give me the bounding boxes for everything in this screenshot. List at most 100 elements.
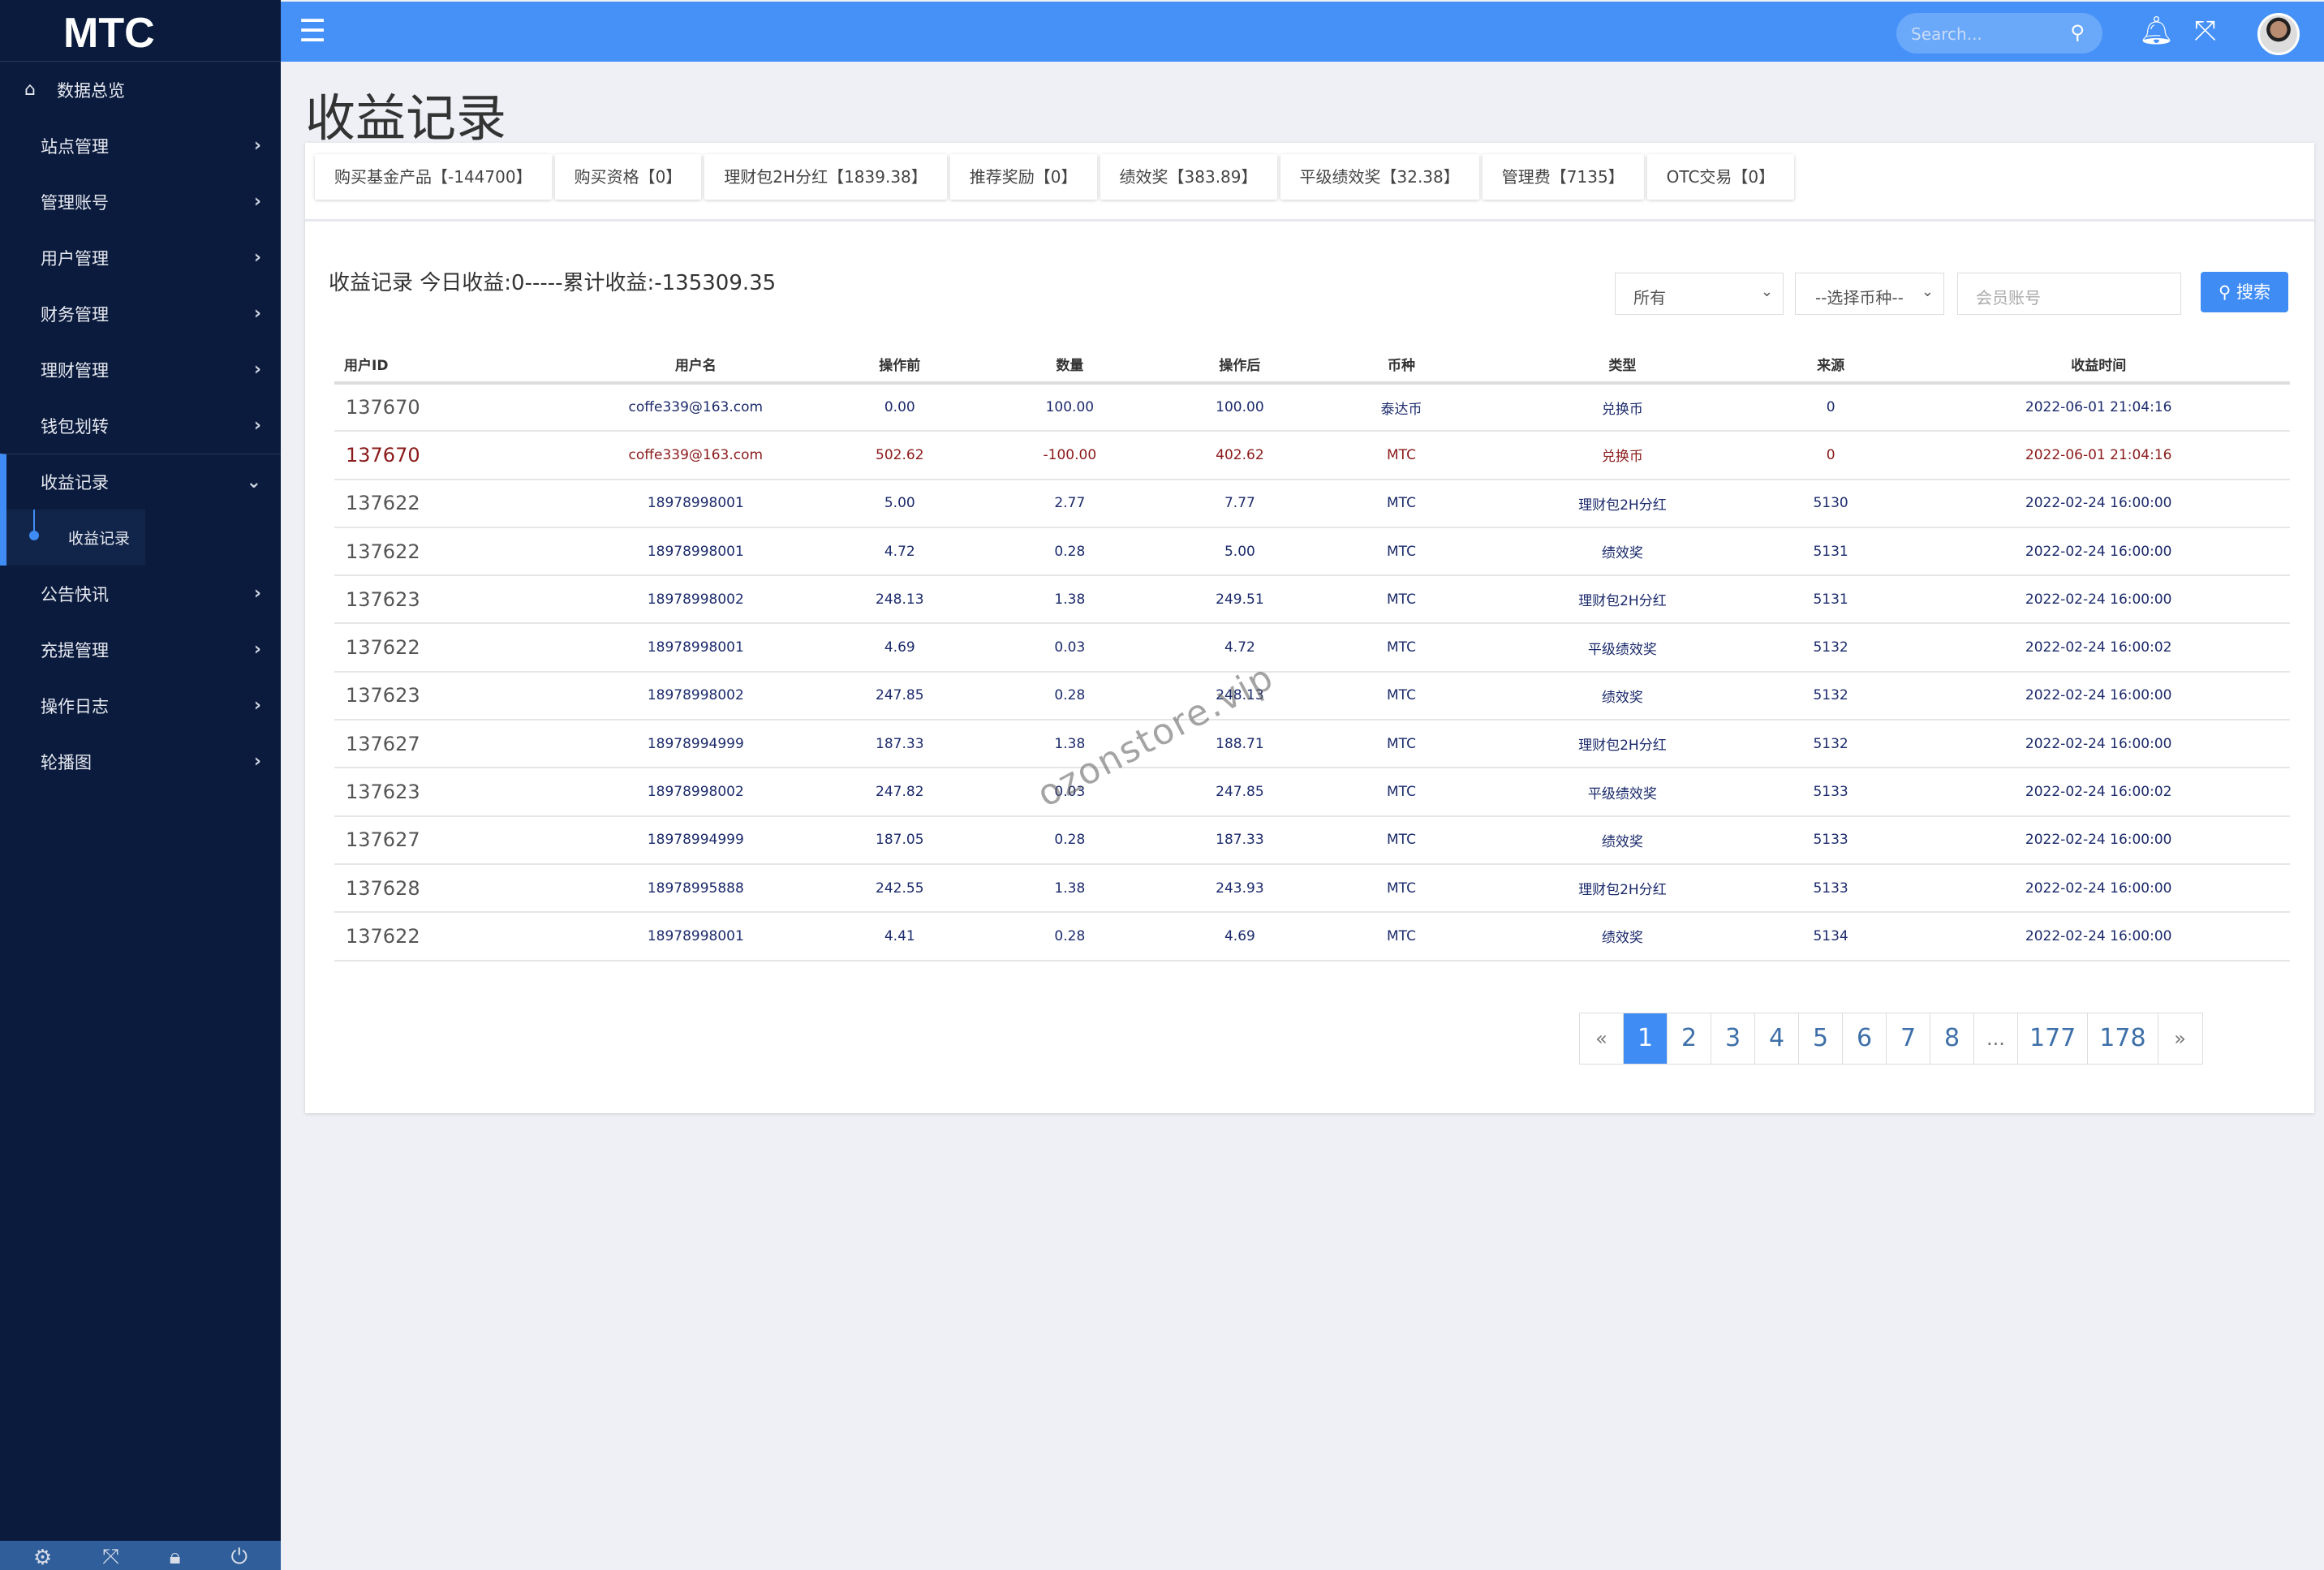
source-cell: 5130 bbox=[1754, 479, 1908, 528]
sidebar-item-dashboard[interactable]: ⌂ 数据总览 bbox=[0, 62, 281, 118]
fullscreen-icon[interactable]: ⤧ bbox=[2194, 15, 2216, 47]
sidebar-item-label: 钱包划转 bbox=[41, 416, 109, 437]
sidebar-item[interactable]: 理财管理 › bbox=[0, 342, 281, 398]
page-button[interactable]: 2 bbox=[1668, 1013, 1711, 1064]
pagination-ellipsis[interactable]: ... bbox=[1974, 1013, 2018, 1064]
balance-before-cell: 4.72 bbox=[827, 527, 972, 577]
category-tab[interactable]: 绩效奖【383.89】 bbox=[1100, 154, 1277, 200]
sidebar-item-label: 管理账号 bbox=[41, 192, 109, 213]
category-tab[interactable]: 购买资格【0】 bbox=[554, 154, 702, 200]
fullscreen-icon[interactable]: ⤧ bbox=[102, 1545, 119, 1570]
next-page-button[interactable]: » bbox=[2158, 1013, 2202, 1064]
user-id-cell: 137627 bbox=[334, 720, 564, 769]
sidebar-subitem-earnings[interactable]: 收益记录 bbox=[0, 510, 281, 566]
settings-icon[interactable]: ⚙ bbox=[33, 1546, 52, 1570]
balance-before-cell: 247.85 bbox=[827, 671, 972, 721]
table-row: 137670 coffe339@163.com 502.62 -100.00 402.6… bbox=[334, 431, 2290, 480]
page-button[interactable]: 1 bbox=[1624, 1013, 1668, 1064]
user-id-cell: 137628 bbox=[334, 863, 564, 914]
time-cell: 2022-02-24 16:00:02 bbox=[1907, 768, 2290, 817]
balance-before-cell: 187.05 bbox=[827, 815, 972, 865]
column-header: 类型 bbox=[1491, 346, 1754, 385]
page-button[interactable]: 4 bbox=[1755, 1013, 1799, 1064]
lock-icon[interactable]: 🔒︎ bbox=[170, 1545, 181, 1570]
category-tab[interactable]: 管理费【7135】 bbox=[1482, 154, 1644, 200]
search-button[interactable]: ⚲ 搜索 bbox=[2201, 272, 2288, 312]
balance-after-cell: 4.69 bbox=[1167, 912, 1312, 961]
type-select-value: 所有 bbox=[1633, 288, 1666, 308]
page-button[interactable]: 178 bbox=[2088, 1013, 2158, 1064]
power-icon[interactable]: ⏻ bbox=[230, 1545, 247, 1570]
sidebar-item[interactable]: 充提管理 › bbox=[0, 622, 281, 677]
chevron-right-icon: › bbox=[253, 247, 261, 268]
page-button[interactable]: 6 bbox=[1843, 1013, 1887, 1064]
page-button[interactable]: 5 bbox=[1799, 1013, 1843, 1064]
content-card: 购买基金产品【-144700】 购买资格【0】 理财包2H分红【1839.38】 推荐… bbox=[305, 143, 2314, 1113]
balance-before-cell: 187.33 bbox=[827, 720, 972, 769]
page-button[interactable]: 8 bbox=[1930, 1013, 1974, 1064]
page-button[interactable]: 7 bbox=[1887, 1013, 1930, 1064]
sidebar-item-label: 站点管理 bbox=[41, 136, 109, 157]
sidebar-item-label: 收益记录 bbox=[41, 473, 109, 493]
chevron-right-icon: › bbox=[253, 751, 261, 772]
sidebar-item-label: 公告快讯 bbox=[41, 584, 109, 604]
column-header: 操作后 bbox=[1167, 346, 1312, 385]
table-row: 137622 18978998001 5.00 2.77 7.77 MTC 理财包2H分红 5… bbox=[334, 479, 2290, 528]
search-icon[interactable]: ⚲ bbox=[2070, 21, 2085, 44]
category-tab[interactable]: 购买基金产品【-144700】 bbox=[315, 154, 552, 200]
table-row: 137623 18978998002 247.82 0.03 247.85 MTC 平级绩效… bbox=[334, 768, 2290, 817]
category-tab[interactable]: 推荐奖励【0】 bbox=[949, 154, 1097, 200]
search-input[interactable]: Search... ⚲ bbox=[1896, 13, 2102, 54]
coin-cell: MTC bbox=[1311, 863, 1491, 914]
sidebar-item[interactable]: 管理账号 › bbox=[0, 174, 281, 230]
balance-before-cell: 4.41 bbox=[827, 912, 972, 961]
sidebar-item[interactable]: 站点管理 › bbox=[0, 118, 281, 174]
page-button[interactable]: 177 bbox=[2018, 1013, 2089, 1064]
sidebar-item-label: 财务管理 bbox=[41, 304, 109, 325]
user-id-cell: 137622 bbox=[334, 623, 564, 673]
prev-page-button[interactable]: « bbox=[1580, 1013, 1624, 1064]
chevron-right-icon: › bbox=[253, 583, 261, 604]
type-cell: 平级绩效奖 bbox=[1491, 623, 1754, 673]
type-cell: 兑换币 bbox=[1491, 431, 1754, 480]
chevron-right-icon: › bbox=[253, 639, 261, 660]
pagination: «1 2 3 4 5 6 7 8... 177 178» bbox=[1579, 1013, 2203, 1065]
avatar[interactable] bbox=[2257, 13, 2300, 55]
page-button[interactable]: 3 bbox=[1711, 1013, 1755, 1064]
table-row: 137622 18978998001 4.69 0.03 4.72 MTC 平级绩效奖 513… bbox=[334, 623, 2290, 673]
type-select[interactable]: 所有 ⌄ bbox=[1615, 273, 1784, 315]
bell-icon[interactable]: 🔔︎ bbox=[2139, 15, 2174, 47]
source-cell: 5134 bbox=[1754, 912, 1908, 961]
amount-cell: 0.28 bbox=[971, 912, 1168, 961]
amount-cell: 0.28 bbox=[971, 527, 1168, 577]
username-cell: 18978998002 bbox=[563, 768, 828, 817]
type-cell: 绩效奖 bbox=[1491, 527, 1754, 577]
sidebar-item-earnings[interactable]: 收益记录 ⌄ bbox=[0, 454, 281, 510]
amount-cell: 0.03 bbox=[971, 623, 1168, 673]
balance-before-cell: 5.00 bbox=[827, 479, 972, 528]
username-cell: 18978994999 bbox=[563, 815, 828, 865]
column-header: 操作前 bbox=[827, 346, 972, 385]
time-cell: 2022-02-24 16:00:00 bbox=[1907, 671, 2290, 721]
sidebar-item[interactable]: 财务管理 › bbox=[0, 286, 281, 342]
table-row: 137622 18978998001 4.72 0.28 5.00 MTC 绩效奖 5131 2… bbox=[334, 527, 2290, 577]
earnings-summary: 收益记录 今日收益:0-----累计收益:-135309.35 bbox=[329, 271, 777, 295]
sidebar-item[interactable]: 轮播图 › bbox=[0, 733, 281, 789]
sidebar-item[interactable]: 操作日志 › bbox=[0, 677, 281, 733]
sidebar-item[interactable]: 钱包划转 › bbox=[0, 398, 281, 454]
chevron-right-icon: › bbox=[253, 135, 261, 156]
balance-before-cell: 247.82 bbox=[827, 768, 972, 817]
hamburger-menu-icon[interactable]: ☰ bbox=[299, 13, 326, 49]
balance-before-cell: 242.55 bbox=[827, 863, 972, 914]
sidebar-item[interactable]: 用户管理 › bbox=[0, 230, 281, 286]
category-tab[interactable]: OTC交易【0】 bbox=[1646, 154, 1795, 200]
account-input[interactable]: 会员账号 bbox=[1957, 273, 2181, 315]
category-tab[interactable]: 平级绩效奖【32.38】 bbox=[1280, 154, 1479, 200]
category-tab[interactable]: 理财包2H分红【1839.38】 bbox=[704, 154, 947, 200]
amount-cell: 1.38 bbox=[971, 863, 1168, 914]
coin-select[interactable]: --选择币种-- ⌄ bbox=[1795, 273, 1944, 315]
source-cell: 5132 bbox=[1754, 623, 1908, 673]
amount-cell: 1.38 bbox=[971, 575, 1168, 625]
sidebar-item[interactable]: 公告快讯 › bbox=[0, 566, 281, 622]
chevron-down-icon: ⌄ bbox=[1921, 283, 1934, 300]
